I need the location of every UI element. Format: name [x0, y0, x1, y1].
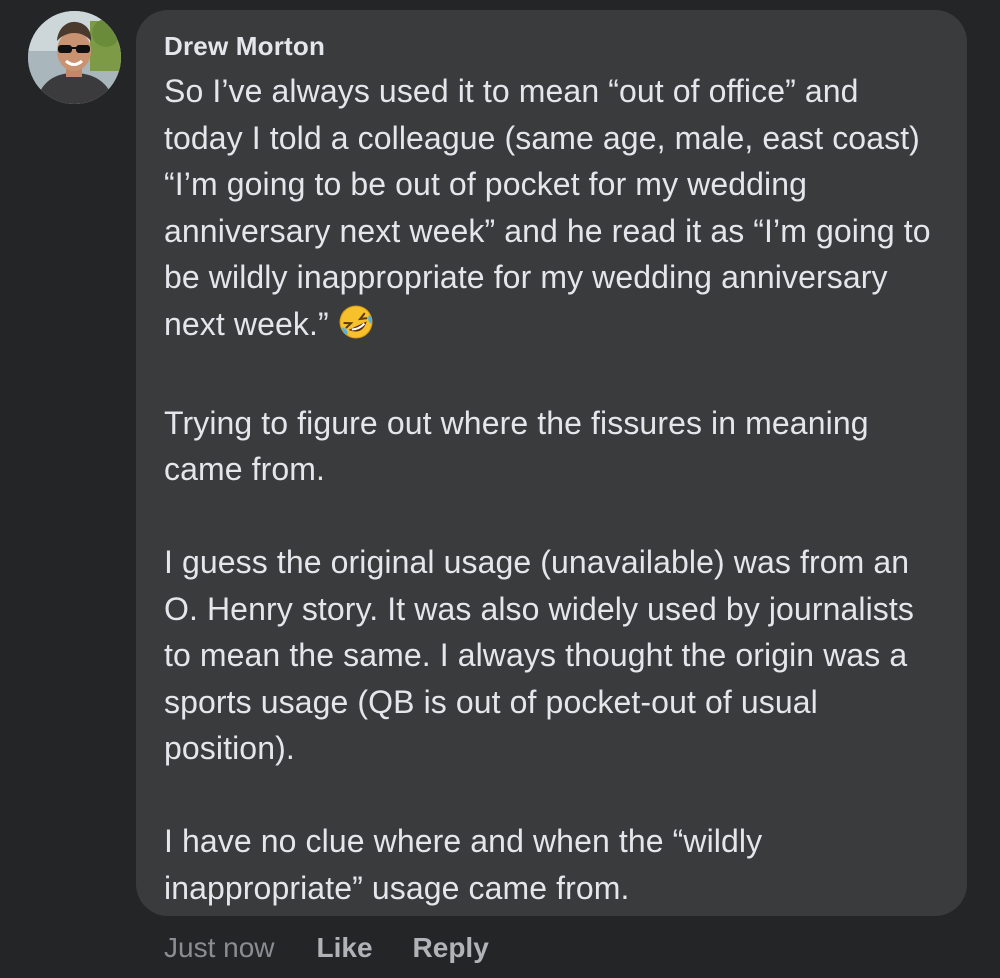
comment-bubble: Drew Morton So I’ve always used it to me…	[136, 10, 967, 916]
rolling-on-the-floor-laughing-emoji-icon	[337, 303, 375, 354]
comment-paragraph-1: So I’ve always used it to mean “out of o…	[164, 68, 937, 353]
avatar-photo	[28, 11, 121, 104]
comment-paragraph-2: Trying to figure out where the fissures …	[164, 404, 869, 488]
reply-button[interactable]: Reply	[413, 932, 489, 964]
comment-container: Drew Morton So I’ve always used it to me…	[0, 0, 1000, 978]
author-name[interactable]: Drew Morton	[164, 30, 937, 62]
avatar[interactable]	[28, 11, 121, 104]
comment-text: So I’ve always used it to mean “out of o…	[164, 73, 931, 342]
like-button[interactable]: Like	[317, 932, 373, 964]
comment-paragraph-4: I have no clue where and when the “wildl…	[164, 823, 763, 906]
comment-actions: Just now Like Reply	[164, 926, 529, 970]
comment-paragraph-3: I guess the original usage (unavailable)…	[164, 544, 914, 766]
timestamp[interactable]: Just now	[164, 932, 275, 964]
